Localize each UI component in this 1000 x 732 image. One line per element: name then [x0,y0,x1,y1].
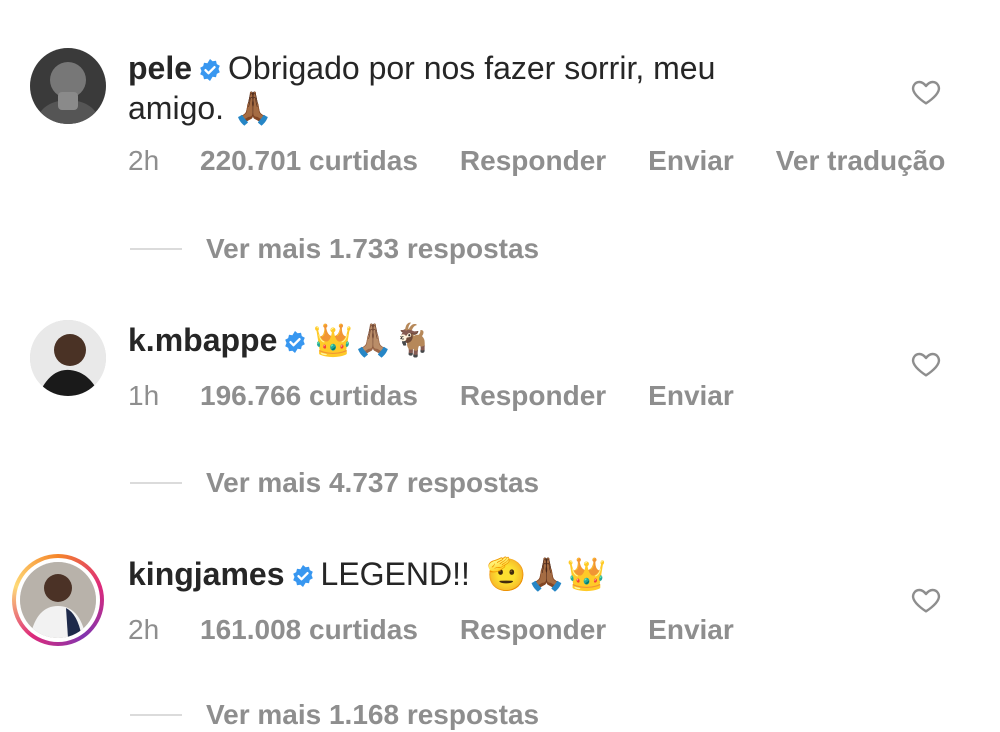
likes-count[interactable]: 220.701 curtidas [200,144,418,178]
view-replies-button[interactable]: Ver mais 4.737 respostas [130,466,539,500]
view-replies-button[interactable]: Ver mais 1.168 respostas [130,698,539,732]
verified-badge-icon [200,59,220,81]
salute-prayer-crown-emoji: 🫡🙏🏾👑 [486,555,607,593]
verified-badge-icon [285,331,306,353]
avatar-pele[interactable] [30,48,106,124]
comment-body: Obrigado por nos fazer sorrir, meu [228,50,716,86]
comment-meta: 2h 220.701 curtidas Responder Enviar Ver… [128,144,945,178]
comment-text-line: kingjames LEGEND!! 🫡🙏🏾👑 [128,554,606,594]
avatar-mbappe[interactable] [30,320,106,396]
translate-button[interactable]: Ver tradução [776,144,946,178]
heart-icon[interactable] [910,584,942,616]
reply-button[interactable]: Responder [460,379,606,413]
likes-count[interactable]: 196.766 curtidas [200,379,418,413]
comment-text-line: pele Obrigado por nos fazer sorrir, meu [128,48,715,88]
view-replies-label: Ver mais 4.737 respostas [206,467,540,498]
comment-body: LEGEND!! [320,556,470,592]
comment-text-line: k.mbappe 👑🙏🏽🐐 [128,320,433,360]
view-replies-label: Ver mais 1.168 respostas [206,699,540,730]
verified-badge-icon [292,565,313,587]
comment-meta: 1h 196.766 curtidas Responder Enviar [128,379,776,413]
prayer-hands-emoji: 🙏🏾 [232,89,273,127]
reply-button[interactable]: Responder [460,613,606,647]
avatar-kingjames[interactable] [20,562,96,638]
heart-icon[interactable] [910,76,942,108]
crown-prayer-goat-emoji: 👑🙏🏽🐐 [313,321,433,359]
comment-time: 1h [128,380,160,411]
replies-divider [130,482,182,484]
send-button[interactable]: Enviar [648,613,734,647]
send-button[interactable]: Enviar [648,379,734,413]
username[interactable]: k.mbappe [128,322,277,358]
replies-divider [130,248,182,250]
view-replies-label: Ver mais 1.733 respostas [206,233,540,264]
comment-time: 2h [128,614,160,645]
comment-body-cont: amigo. [128,90,225,126]
heart-icon[interactable] [910,348,942,380]
username[interactable]: kingjames [128,556,285,592]
replies-divider [130,714,182,716]
send-button[interactable]: Enviar [648,144,734,178]
likes-count[interactable]: 161.008 curtidas [200,613,418,647]
comment-time: 2h [128,145,160,176]
comment-text-line-2: amigo. 🙏🏾 [128,88,273,128]
comment-meta: 2h 161.008 curtidas Responder Enviar [128,613,776,647]
reply-button[interactable]: Responder [460,144,606,178]
username[interactable]: pele [128,50,192,86]
view-replies-button[interactable]: Ver mais 1.733 respostas [130,232,539,266]
story-ring[interactable] [12,554,104,646]
